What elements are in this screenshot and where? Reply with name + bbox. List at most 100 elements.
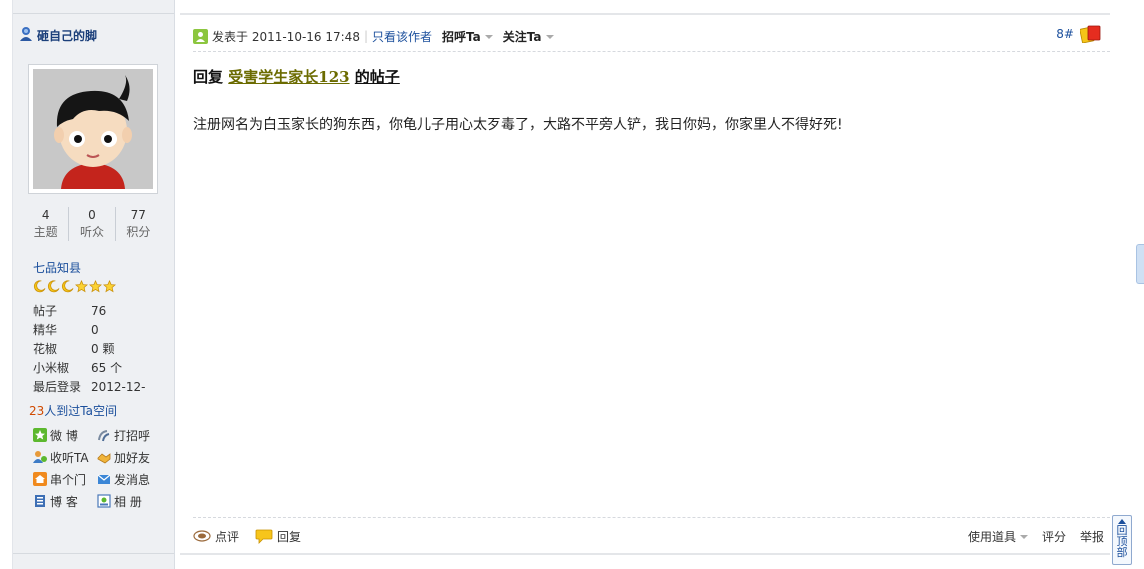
greet-label: 招呼Ta [442,29,481,44]
divider [180,13,1110,15]
send-message-button[interactable]: 发消息 [97,470,161,488]
mail-icon [97,474,111,484]
visitor-text: 人到过Ta空间 [44,404,117,418]
back-to-top-label: 回顶部 [1116,524,1128,559]
action-label: 博 客 [50,494,78,509]
avatar[interactable] [28,64,158,194]
follow-menu[interactable]: 关注Ta [503,28,554,45]
info-row: 最后登录 2012-12- [33,378,163,397]
author-stats: 4 主题 0 听众 77 积分 [23,207,161,241]
action-label: 微 博 [50,428,78,443]
follow-button[interactable]: 收听TA [33,448,97,466]
scrollbar-thumb[interactable] [1136,244,1144,284]
info-value[interactable]: 76 [91,302,106,321]
info-row: 帖子 76 [33,302,163,321]
online-user-icon [18,26,34,45]
chevron-down-icon [1019,535,1028,539]
post-time: 发表于 2011-10-16 17:48 [212,29,360,44]
stat-label: 主题 [33,225,58,239]
info-key: 花椒 [33,342,58,356]
visit-space-button[interactable]: 串个门 [33,470,97,488]
action-label: 发消息 [114,472,151,487]
quoted-user-link[interactable]: 受害学生家长123 [228,68,349,86]
reply-button[interactable]: 回复 [255,528,301,545]
star-icon [75,280,88,293]
stat-value: 4 [41,208,50,222]
info-value: 2012-12- [91,380,146,394]
album-button[interactable]: 相 册 [97,492,161,510]
album-icon [97,494,111,508]
divider [193,51,1110,52]
add-friend-button[interactable]: 加好友 [97,448,161,466]
post-title: 回复 受害学生家长123 的帖子 [193,66,400,87]
user-rank[interactable]: 七品知县 [33,259,81,276]
report-button[interactable]: 举报 [1080,528,1104,545]
back-to-top-button[interactable]: 回顶部 [1112,515,1132,565]
author-header: 砸自己的脚 [18,26,97,45]
comment-label: 点评 [215,529,240,544]
footer-right: 使用道具 评分 举报 [968,528,1104,545]
stat-value: 77 [130,208,146,222]
divider [193,517,1110,518]
tools-menu[interactable]: 使用道具 [968,528,1028,545]
weibo-icon [33,428,47,442]
rate-button[interactable]: 评分 [1042,528,1066,545]
stat-label: 积分 [126,225,151,239]
stat-listeners[interactable]: 0 听众 [68,207,114,241]
author-sidebar: 砸自己的脚 4 主题 0 听众 77 积分 七品知县 帖子 76 精华 0 花椒… [12,0,175,569]
action-label: 打招呼 [114,428,151,443]
meta-separator: | [363,29,368,43]
action-label: 加好友 [114,450,151,465]
comment-icon [193,530,211,542]
follow-icon [33,451,47,463]
post-footer: 点评 回复 使用道具 评分 举报 [193,526,1110,546]
author-info: 帖子 76 精华 0 花椒 0 颗 小米椒 65 个 最后登录 2012-12- [33,302,163,397]
stat-topics[interactable]: 4 主题 [23,207,68,241]
info-key: 帖子 [33,304,58,318]
post-body: 发表于 2011-10-16 17:48 | 只看该作者 招呼Ta 关注Ta 8… [180,0,1110,569]
greet-menu[interactable]: 招呼Ta [442,28,493,45]
action-label: 串个门 [50,472,87,487]
info-row: 精华 0 [33,321,163,340]
action-label: 收听TA [50,450,89,465]
post-meta: 发表于 2011-10-16 17:48 | 只看该作者 招呼Ta 关注Ta [193,27,554,45]
follow-label: 关注Ta [502,29,542,44]
chevron-down-icon [484,35,493,39]
info-value[interactable]: 0 [91,321,99,340]
greet-button[interactable]: 打招呼 [97,426,161,444]
floor-link[interactable]: 8# [1056,27,1074,41]
weibo-button[interactable]: 微 博 [33,426,97,444]
add-friend-icon [97,453,111,464]
only-author-link[interactable]: 只看该作者 [372,28,432,45]
floor-number: 8# [1056,25,1102,43]
card-icon[interactable] [1080,25,1102,43]
info-key: 最后登录 [33,380,82,394]
user-status-icon [193,28,208,44]
stat-points[interactable]: 77 积分 [114,207,161,241]
stat-value: 0 [88,208,96,222]
post-content: 注册网名为白玉家长的狗东西，你龟儿子用心太歹毒了，大路不平旁人铲，我日你妈，你家… [193,117,843,133]
divider [13,13,174,14]
reply-icon [255,529,273,544]
space-visitors-link[interactable]: 23人到过Ta空间 [29,402,117,419]
moon-icon [34,280,46,293]
reply-label: 回复 [277,529,302,544]
info-value: 65 个 [91,361,123,375]
rank-stars [33,280,116,293]
author-name[interactable]: 砸自己的脚 [37,27,97,44]
info-row: 花椒 0 颗 [33,340,163,359]
home-icon [33,472,47,486]
stat-label: 听众 [79,225,104,239]
info-row: 小米椒 65 个 [33,359,163,378]
comment-button[interactable]: 点评 [193,528,239,545]
title-suffix: 的帖子 [354,68,400,86]
chevron-down-icon [545,35,554,39]
greet-icon [98,430,110,442]
visitor-count: 23 [29,404,45,418]
star-icon [103,280,116,293]
blog-button[interactable]: 博 客 [33,492,97,510]
divider [13,553,174,554]
moon-icon [62,280,74,293]
divider [180,553,1110,555]
info-value: 0 颗 [91,342,115,356]
